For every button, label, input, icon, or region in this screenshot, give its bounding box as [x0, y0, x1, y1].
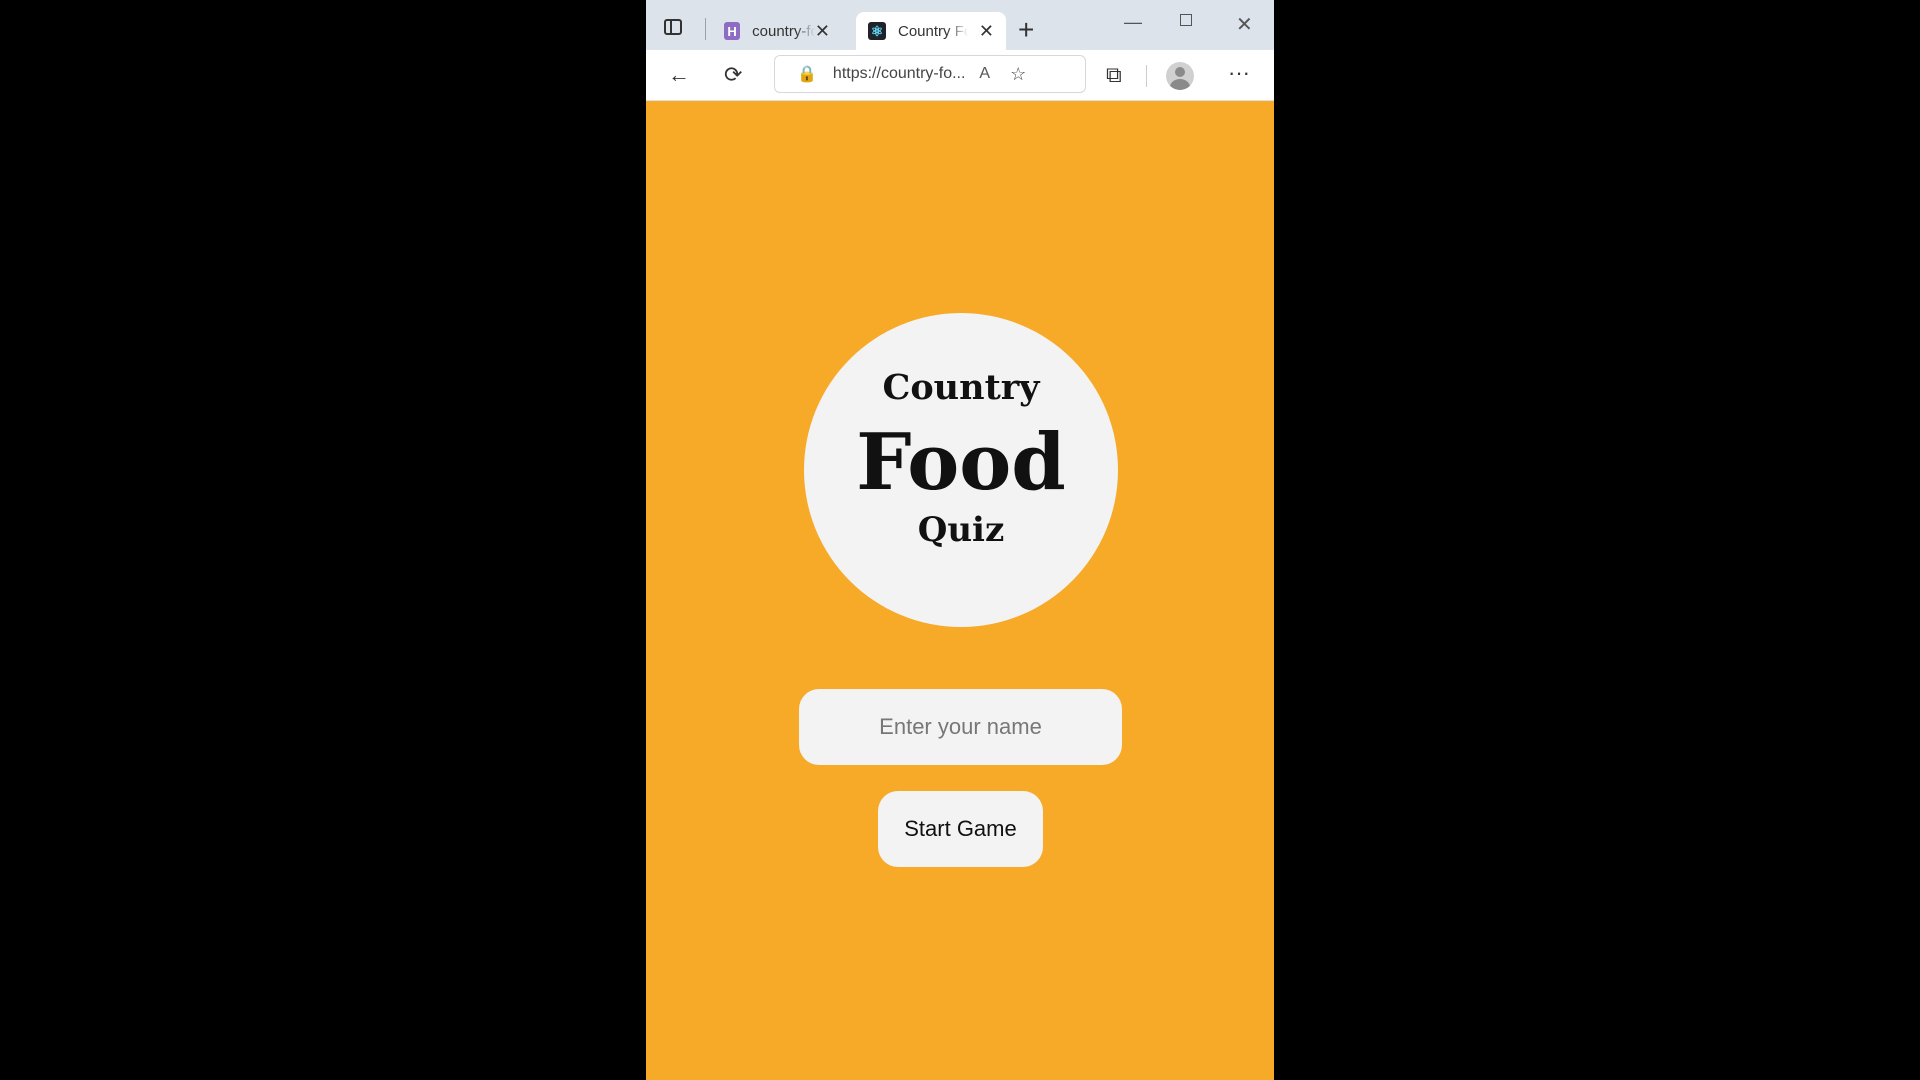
logo-country-text: Country [882, 367, 1040, 408]
read-aloud-icon[interactable]: A [979, 65, 990, 83]
tab-title: country-food-quiz [752, 22, 815, 40]
tab-strip: H country-food-quiz ✕ ⚛ Country Food Qui… [646, 0, 1274, 50]
favorite-star-icon[interactable]: ☆ [1010, 64, 1026, 85]
browser-toolbar: ← ⟳ 🔒 https://country-fo... A ☆ ⧉ ··· [646, 50, 1274, 101]
address-bar[interactable]: 🔒 https://country-fo... A ☆ [774, 55, 1086, 93]
window-close-icon[interactable]: ✕ [1236, 12, 1253, 37]
refresh-icon[interactable]: ⟳ [724, 62, 742, 88]
page-content: Country Food Quiz Start Game [646, 100, 1274, 1080]
start-game-button[interactable]: Start Game [878, 791, 1043, 867]
minimize-icon[interactable]: — [1124, 12, 1142, 33]
extensions-icon[interactable]: ⧉ [1106, 62, 1122, 88]
logo-food-text: Food [856, 417, 1066, 508]
tab-divider [705, 18, 706, 40]
react-icon: ⚛ [868, 22, 886, 40]
profile-avatar[interactable] [1166, 62, 1194, 90]
tab-country-food-quiz-repo[interactable]: H country-food-quiz ✕ [712, 12, 842, 50]
close-icon[interactable]: ✕ [815, 21, 830, 42]
tab-title: Country Food Quiz [898, 22, 968, 40]
name-input[interactable] [799, 689, 1122, 765]
url-text[interactable]: https://country-fo... [833, 65, 966, 83]
tab-country-food-quiz[interactable]: ⚛ Country Food Quiz ✕ [856, 12, 1006, 50]
close-icon[interactable]: ✕ [979, 21, 994, 42]
toolbar-divider [1146, 65, 1147, 87]
h-letter-icon: H [724, 22, 741, 40]
logo-quiz-text: Quiz [917, 510, 1005, 550]
quiz-logo: Country Food Quiz [804, 313, 1118, 627]
tab-actions-icon[interactable] [664, 19, 682, 35]
new-tab-button[interactable]: + [1018, 14, 1034, 46]
lock-icon[interactable]: 🔒 [797, 64, 817, 84]
maximize-icon[interactable] [1180, 14, 1192, 26]
browser-window: H country-food-quiz ✕ ⚛ Country Food Qui… [646, 0, 1274, 1080]
more-options-icon[interactable]: ··· [1228, 60, 1250, 86]
back-arrow-icon[interactable]: ← [668, 62, 690, 88]
